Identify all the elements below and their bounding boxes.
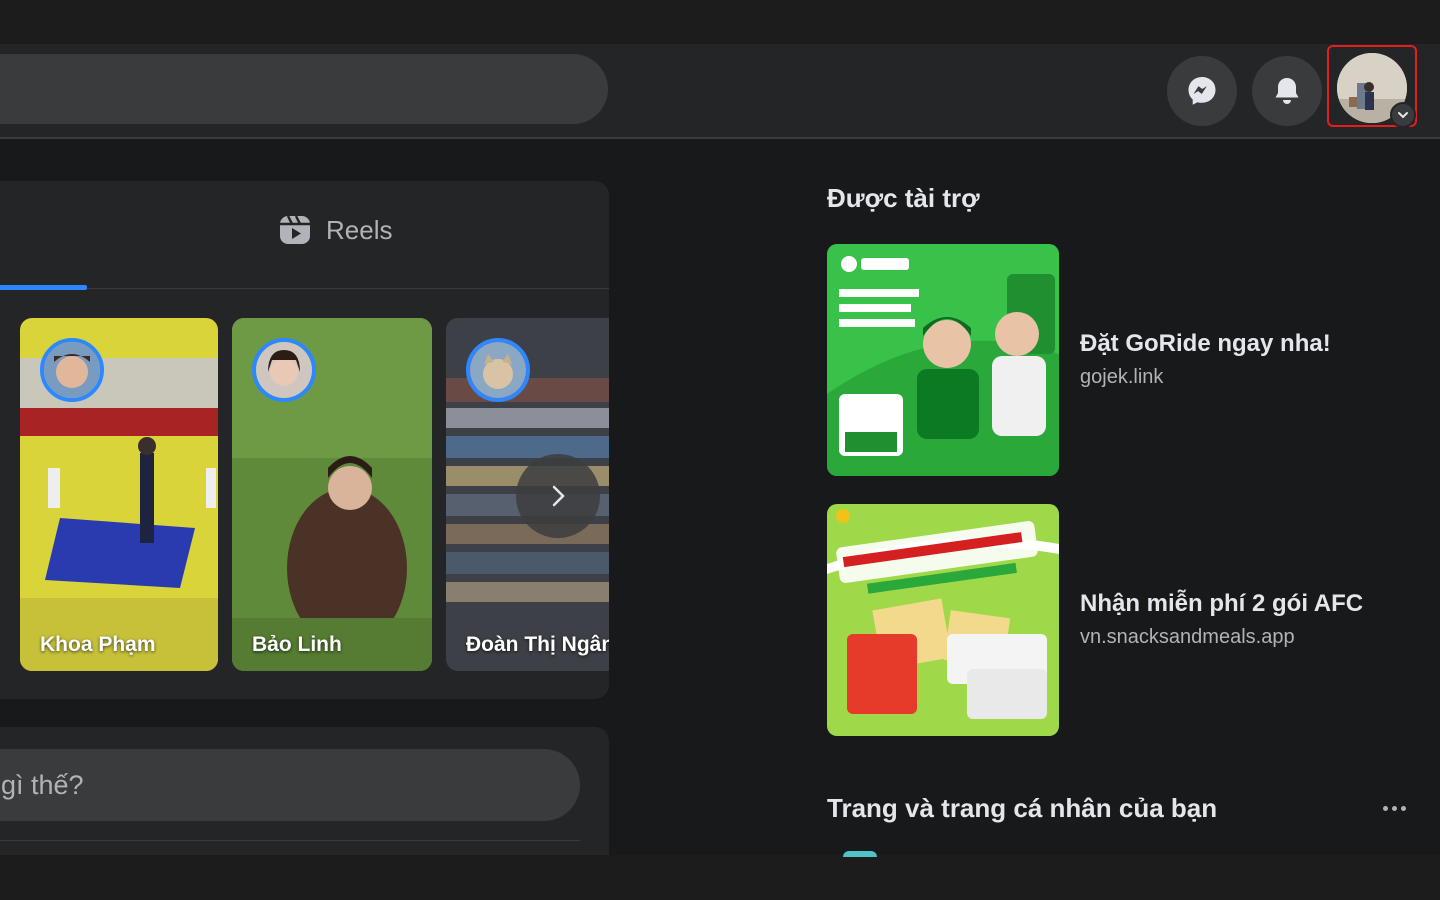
account-menu-chevron[interactable]	[1390, 102, 1416, 128]
sponsored-ad[interactable]: Đặt GoRide ngay nha! gojek.link	[827, 244, 1427, 476]
story-author-name: Đoàn Thị Ngân	[466, 633, 609, 656]
story-avatar	[252, 338, 316, 402]
messenger-icon	[1188, 77, 1216, 105]
messenger-button[interactable]	[1167, 56, 1237, 126]
browser-top-strip	[0, 0, 1440, 44]
ad-url[interactable]: vn.snacksandmeals.app	[1080, 626, 1295, 649]
top-header	[0, 44, 1440, 139]
ad-image[interactable]	[827, 504, 1059, 736]
ad-image[interactable]	[827, 244, 1059, 476]
profile-menu-highlight[interactable]	[1327, 45, 1417, 128]
composer-divider	[0, 840, 580, 841]
page-avatar-peek[interactable]	[843, 851, 877, 857]
ad-title[interactable]: Đặt GoRide ngay nha!	[1080, 330, 1331, 358]
stories-tabs: Reels	[0, 181, 609, 290]
ad-title[interactable]: Nhận miễn phí 2 gói AFC	[1080, 590, 1363, 618]
sponsored-title: Được tài trợ	[827, 183, 980, 213]
more-icon	[1382, 805, 1406, 811]
stories-next-button[interactable]	[516, 454, 600, 538]
story-card[interactable]: Khoa Phạm	[20, 318, 218, 671]
stories-tab-active-indicator	[0, 285, 87, 290]
bell-icon	[1275, 78, 1299, 104]
browser-bottom-strip	[0, 855, 1440, 900]
your-pages-title: Trang và trang cá nhân của bạn	[827, 793, 1218, 823]
chevron-right-icon	[552, 485, 565, 507]
reels-tab-label: Reels	[326, 214, 393, 245]
notifications-button[interactable]	[1252, 56, 1322, 126]
ad-url[interactable]: gojek.link	[1080, 366, 1163, 389]
story-card[interactable]: Bảo Linh	[232, 318, 432, 671]
story-avatar	[466, 338, 530, 402]
stories-card: Reels Khoa Phạm Bảo Linh Đoàn Thị Ngân	[0, 181, 609, 699]
story-author-name: Khoa Phạm	[40, 633, 156, 656]
post-composer: gì thế?	[0, 727, 609, 855]
reels-icon	[280, 215, 310, 244]
more-options-button[interactable]	[1376, 796, 1412, 820]
chevron-down-icon	[1398, 112, 1408, 119]
tab-reels[interactable]: Reels	[278, 213, 392, 247]
story-author-name: Bảo Linh	[252, 633, 342, 656]
sponsored-ad[interactable]: Nhận miễn phí 2 gói AFC vn.snacksandmeal…	[827, 504, 1427, 736]
search-bar[interactable]	[0, 54, 608, 124]
story-avatar	[40, 338, 104, 402]
composer-input[interactable]: gì thế?	[0, 749, 580, 821]
